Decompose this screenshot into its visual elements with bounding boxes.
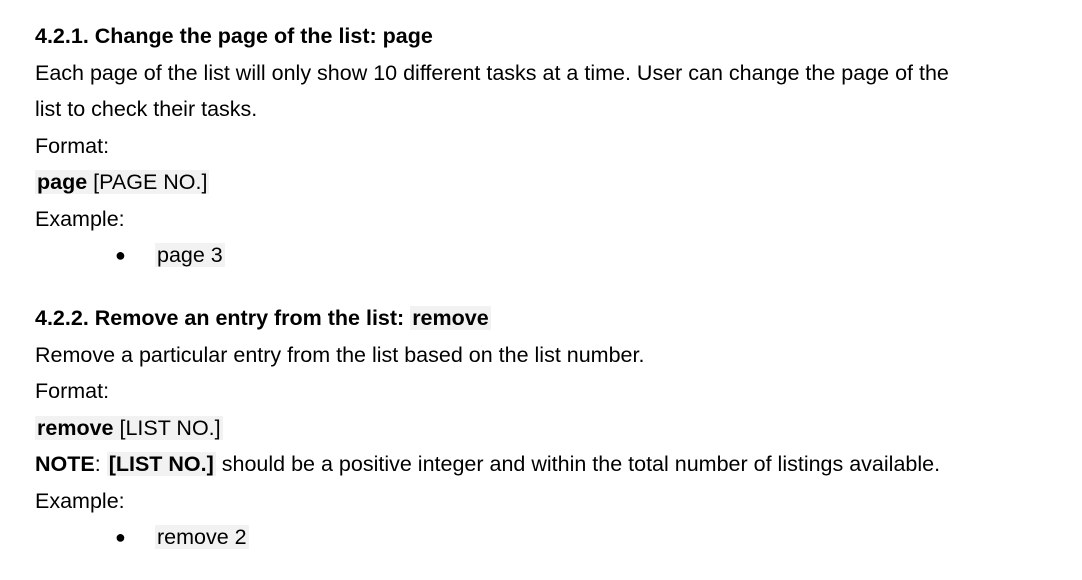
- format-syntax: page [PAGE NO.]: [35, 164, 1075, 201]
- format-label: Format:: [35, 133, 110, 158]
- heading-command: remove: [410, 306, 491, 330]
- description-line: Each page of the list will only show 10 …: [35, 60, 949, 85]
- example-label: Example:: [35, 206, 125, 231]
- format-syntax: remove [LIST NO.]: [35, 410, 1075, 447]
- example-item: ● remove 2: [35, 519, 1075, 556]
- example-label: Example:: [35, 488, 125, 513]
- example-value: remove 2: [155, 525, 249, 549]
- format-argument: [LIST NO.]: [113, 415, 221, 440]
- section-heading-page: 4.2.1. Change the page of the list: page: [35, 18, 1075, 55]
- example-value: page 3: [155, 243, 225, 267]
- format-label: Format:: [35, 379, 110, 403]
- heading-prefix: 4.2.2. Remove an entry from the list:: [35, 306, 405, 330]
- note-argument: [LIST NO.]: [106, 452, 216, 476]
- format-command: page: [37, 170, 88, 194]
- note-colon: :: [94, 452, 107, 476]
- format-command: remove: [37, 415, 114, 440]
- section-heading-remove: 4.2.2. Remove an entry from the list: re…: [35, 300, 1075, 337]
- example-item: ● page 3: [35, 237, 1075, 274]
- format-argument: [PAGE NO.]: [87, 170, 208, 194]
- note-line: NOTE: [LIST NO.] should be a positive in…: [35, 446, 1075, 483]
- note-text: should be a positive integer and within …: [215, 452, 941, 476]
- heading-command: page: [382, 24, 433, 48]
- description-line: Remove a particular entry from the list …: [35, 342, 645, 367]
- document-body: 4.2.1. Change the page of the list: page…: [35, 18, 1075, 556]
- bullet-icon: ●: [115, 245, 126, 265]
- heading-prefix: 4.2.1. Change the page of the list:: [35, 24, 377, 48]
- description-line: list to check their tasks.: [35, 97, 258, 121]
- note-label: NOTE: [35, 452, 95, 476]
- bullet-icon: ●: [115, 527, 126, 547]
